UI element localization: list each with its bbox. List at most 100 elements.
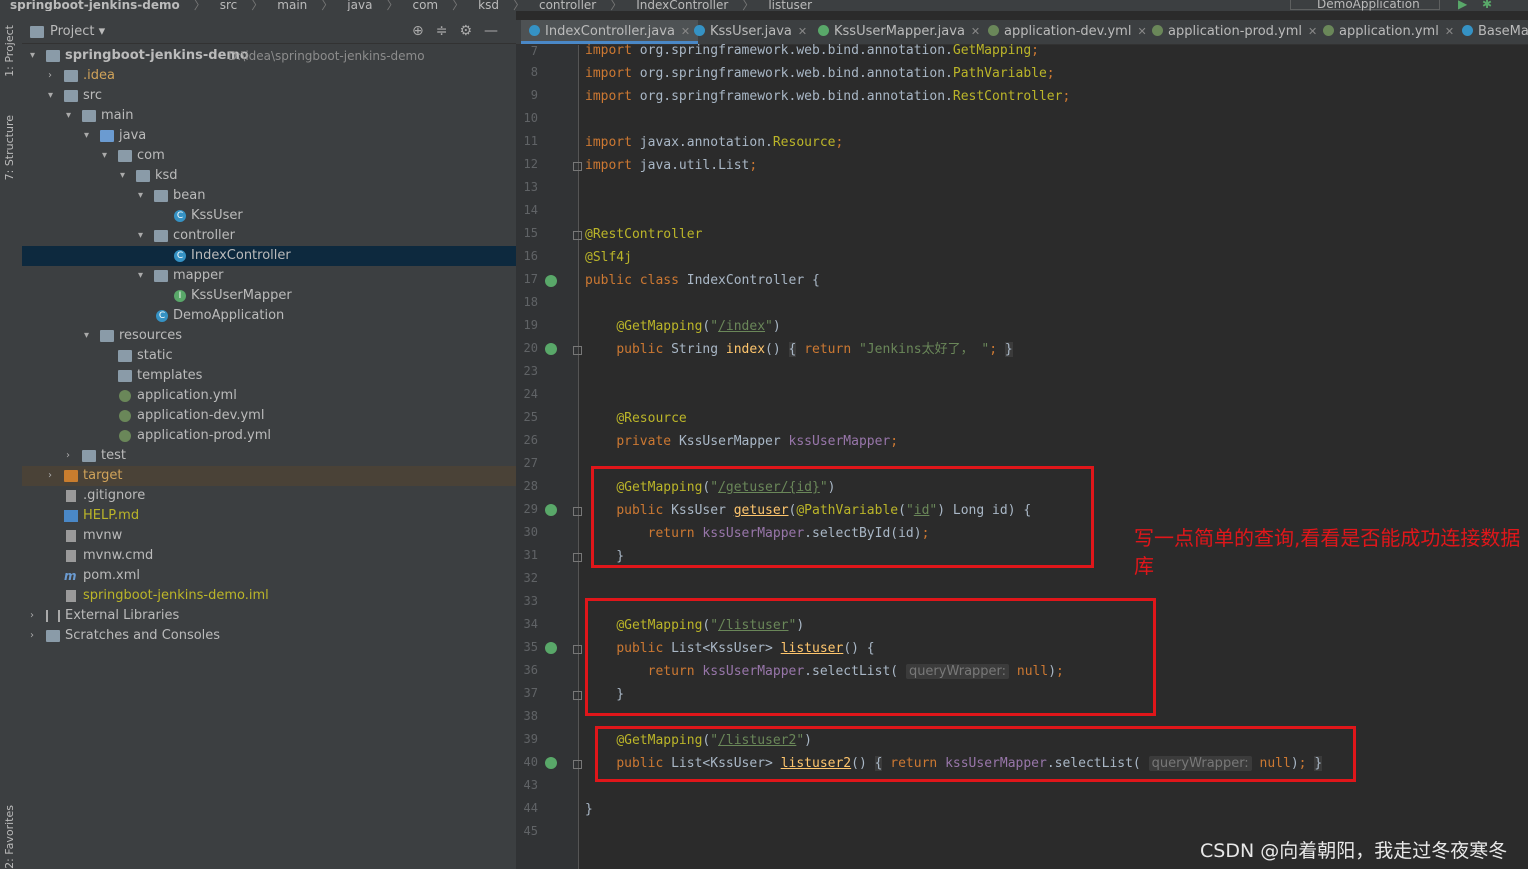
line-number: 37 (523, 686, 538, 700)
breadcrumb-item[interactable]: com (412, 0, 438, 11)
scratches-icon (46, 630, 60, 642)
tree-item[interactable]: .gitignore (22, 486, 516, 506)
tree-item[interactable]: ▾ src (22, 86, 516, 106)
breadcrumb-item[interactable]: src (220, 0, 238, 11)
class-icon (529, 25, 540, 36)
breadcrumb-item[interactable]: controller (539, 0, 596, 11)
tree-item[interactable]: › Scratches and Consoles (22, 626, 516, 646)
line-number: 45 (523, 824, 538, 838)
tab-application-prod[interactable]: application-prod.yml ✕ (1146, 20, 1323, 44)
line-number: 14 (523, 203, 538, 217)
markdown-icon (64, 510, 78, 522)
fold-marker-icon[interactable] (573, 645, 582, 654)
breadcrumb-item[interactable]: listuser (768, 0, 812, 11)
tree-item[interactable]: mvnw (22, 526, 516, 546)
spring-endpoint-icon[interactable] (545, 504, 557, 516)
tab-basemap[interactable]: BaseMap (1456, 20, 1528, 44)
run-configuration-select[interactable]: DemoApplication (1290, 0, 1440, 11)
line-number: 10 (523, 111, 538, 125)
line-number: 19 (523, 318, 538, 332)
gear-icon[interactable]: ⚙ (459, 23, 484, 39)
tree-item[interactable]: application.yml (22, 386, 516, 406)
tree-item[interactable]: ▾ com (22, 146, 516, 166)
spring-endpoint-icon[interactable] (545, 642, 557, 654)
spring-endpoint-icon[interactable] (545, 343, 557, 355)
debug-icon[interactable]: ✱ (1482, 0, 1492, 11)
tree-item-root[interactable]: ▾ springboot-jenkins-demo D:\idea\springbo… (22, 46, 516, 66)
spring-bean-icon[interactable] (545, 275, 557, 287)
tree-item[interactable]: m pom.xml (22, 566, 516, 586)
line-number: 32 (523, 571, 538, 585)
project-tool-tab[interactable]: 1: Project (3, 25, 16, 77)
yaml-icon (119, 410, 131, 422)
favorites-tool-tab[interactable]: 2: Favorites (3, 805, 16, 869)
fold-marker-icon[interactable] (573, 553, 582, 562)
line-number: 36 (523, 663, 538, 677)
tree-item[interactable]: HELP.md (22, 506, 516, 526)
tool-window-strip: 1: Project 7: Structure 2: Favorites (0, 11, 23, 869)
tree-item[interactable]: ▾ main (22, 106, 516, 126)
line-number: 9 (530, 88, 538, 102)
code-line: @Resource (616, 411, 687, 426)
breadcrumb-item[interactable]: main (277, 0, 307, 11)
tree-item[interactable]: › External Libraries (22, 606, 516, 626)
highlight-box-listuser (585, 598, 1156, 716)
yaml-icon (119, 390, 131, 402)
tree-item[interactable]: C DemoApplication (22, 306, 516, 326)
tab-application[interactable]: application.yml ✕ (1317, 20, 1460, 44)
tree-item-selected[interactable]: C IndexController (22, 246, 516, 266)
fold-marker-icon[interactable] (573, 507, 582, 516)
editor-gutter: 7 8 9 10 11 12 13 14 15 16 17 18 19 20 2… (516, 44, 582, 869)
tree-item[interactable]: application-prod.yml (22, 426, 516, 446)
line-number: 7 (530, 44, 538, 58)
tree-item[interactable]: ▾ mapper (22, 266, 516, 286)
tree-item[interactable]: static (22, 346, 516, 366)
tree-item[interactable]: C KssUser (22, 206, 516, 226)
line-number: 30 (523, 525, 538, 539)
breadcrumb-item[interactable]: ksd (478, 0, 499, 11)
line-number: 26 (523, 433, 538, 447)
structure-tool-tab[interactable]: 7: Structure (3, 115, 16, 180)
tree-item[interactable]: › target (22, 466, 516, 486)
fold-marker-icon[interactable] (573, 231, 582, 240)
line-number: 18 (523, 295, 538, 309)
tree-item[interactable]: › test (22, 446, 516, 466)
line-number: 16 (523, 249, 538, 263)
highlight-box-listuser2 (595, 726, 1356, 782)
line-number: 40 (523, 755, 538, 769)
fold-marker-icon[interactable] (573, 760, 582, 769)
spring-endpoint-icon[interactable] (545, 757, 557, 769)
code-line: } (585, 802, 593, 817)
line-number: 44 (523, 801, 538, 815)
breadcrumb-item[interactable]: IndexController (636, 0, 728, 11)
collapse-all-icon[interactable]: ≑ (436, 23, 460, 39)
hide-icon[interactable]: — (484, 23, 510, 39)
project-panel: Project ▾ ⊕≑⚙— ▾ springboot-jenkins-demo D… (22, 11, 516, 869)
tree-item[interactable]: mvnw.cmd (22, 546, 516, 566)
fold-marker-icon[interactable] (573, 162, 582, 171)
tree-item[interactable]: ▾ bean (22, 186, 516, 206)
breadcrumb-item[interactable]: springboot-jenkins-demo (10, 0, 180, 11)
run-icon[interactable]: ▶ (1458, 0, 1467, 11)
tree-item[interactable]: › .idea (22, 66, 516, 86)
fold-marker-icon[interactable] (573, 691, 582, 700)
project-view-select[interactable]: Project ▾ (50, 24, 105, 39)
breadcrumb: springboot-jenkins-demo 〉 src 〉 main 〉 java 〉 co… (10, 0, 813, 11)
tree-item[interactable]: application-dev.yml (22, 406, 516, 426)
interface-icon: I (174, 290, 186, 302)
tree-item[interactable]: springboot-jenkins-demo.iml (22, 586, 516, 606)
code-line: import javax.annotation.Resource; (585, 135, 844, 150)
breadcrumb-item[interactable]: java (347, 0, 372, 11)
yaml-icon (988, 25, 999, 36)
tree-item[interactable]: templates (22, 366, 516, 386)
code-line: import org.springframework.web.bind.anno… (585, 66, 1055, 81)
tree-item[interactable]: I KssUserMapper (22, 286, 516, 306)
line-number: 23 (523, 364, 538, 378)
locate-icon[interactable]: ⊕ (412, 23, 436, 39)
tree-item[interactable]: ▾ resources (22, 326, 516, 346)
tree-item[interactable]: ▾ java (22, 126, 516, 146)
tree-item[interactable]: ▾ controller (22, 226, 516, 246)
fold-marker-icon[interactable] (573, 346, 582, 355)
tree-item[interactable]: ▾ ksd (22, 166, 516, 186)
project-panel-header: Project ▾ ⊕≑⚙— (22, 21, 516, 44)
